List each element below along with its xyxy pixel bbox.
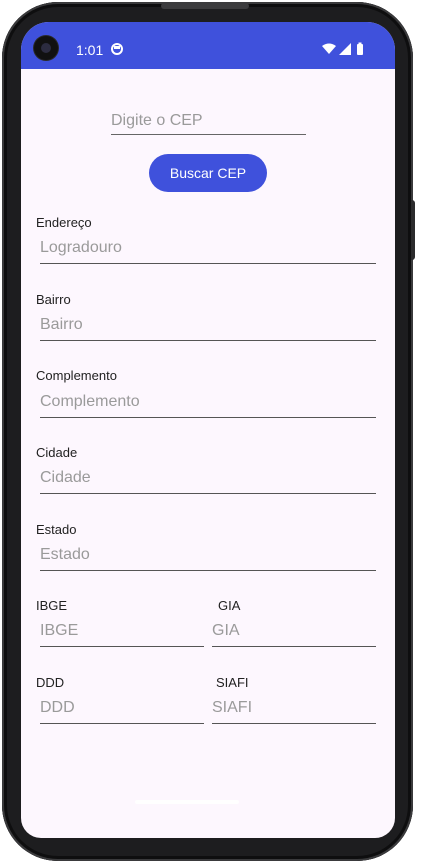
buscar-cep-button[interactable]: Buscar CEP [149, 154, 267, 192]
complemento-placeholder: Complemento [40, 393, 140, 410]
form-content: Digite o CEP Buscar CEP Endereço Logrado… [21, 69, 395, 810]
ddd-input[interactable]: DDD [40, 699, 204, 724]
wifi-icon [322, 43, 336, 54]
bairro-label: Bairro [36, 292, 71, 307]
cep-input[interactable]: Digite o CEP [111, 112, 306, 135]
circle-dot-icon [111, 43, 123, 55]
cep-placeholder: Digite o CEP [111, 112, 203, 129]
signal-icon [339, 43, 351, 55]
status-bar: 1:01 [21, 22, 395, 69]
logradouro-input[interactable]: Logradouro [40, 239, 376, 264]
gia-label: GIA [218, 598, 241, 613]
bairro-placeholder: Bairro [40, 316, 83, 333]
complemento-label: Complemento [36, 368, 117, 383]
screen: 1:01 Digite o CEP Buscar CEP Endereço Lo… [21, 22, 395, 838]
logradouro-placeholder: Logradouro [40, 239, 122, 256]
status-icons [322, 42, 363, 55]
cidade-input[interactable]: Cidade [40, 469, 376, 494]
ddd-placeholder: DDD [40, 699, 75, 716]
complemento-input[interactable]: Complemento [40, 393, 376, 418]
estado-input[interactable]: Estado [40, 546, 376, 571]
ibge-input[interactable]: IBGE [40, 622, 204, 647]
bairro-input[interactable]: Bairro [40, 316, 376, 341]
gia-input[interactable]: GIA [212, 622, 376, 647]
siafi-placeholder: SIAFI [212, 699, 253, 716]
cidade-placeholder: Cidade [40, 469, 91, 486]
ibge-placeholder: IBGE [40, 622, 79, 639]
estado-label: Estado [36, 522, 77, 537]
gia-placeholder: GIA [212, 622, 240, 639]
ddd-label: DDD [36, 675, 65, 690]
cidade-label: Cidade [36, 445, 78, 460]
siafi-input[interactable]: SIAFI [212, 699, 376, 724]
siafi-label: SIAFI [216, 675, 249, 690]
top-speaker [161, 3, 249, 9]
ibge-label: IBGE [36, 598, 68, 613]
estado-placeholder: Estado [40, 546, 90, 563]
front-camera [34, 36, 58, 60]
endereco-label: Endereço [36, 215, 92, 230]
home-indicator[interactable] [135, 800, 239, 804]
battery-icon [357, 44, 363, 55]
power-button [411, 200, 415, 260]
status-time: 1:01 [76, 42, 104, 58]
